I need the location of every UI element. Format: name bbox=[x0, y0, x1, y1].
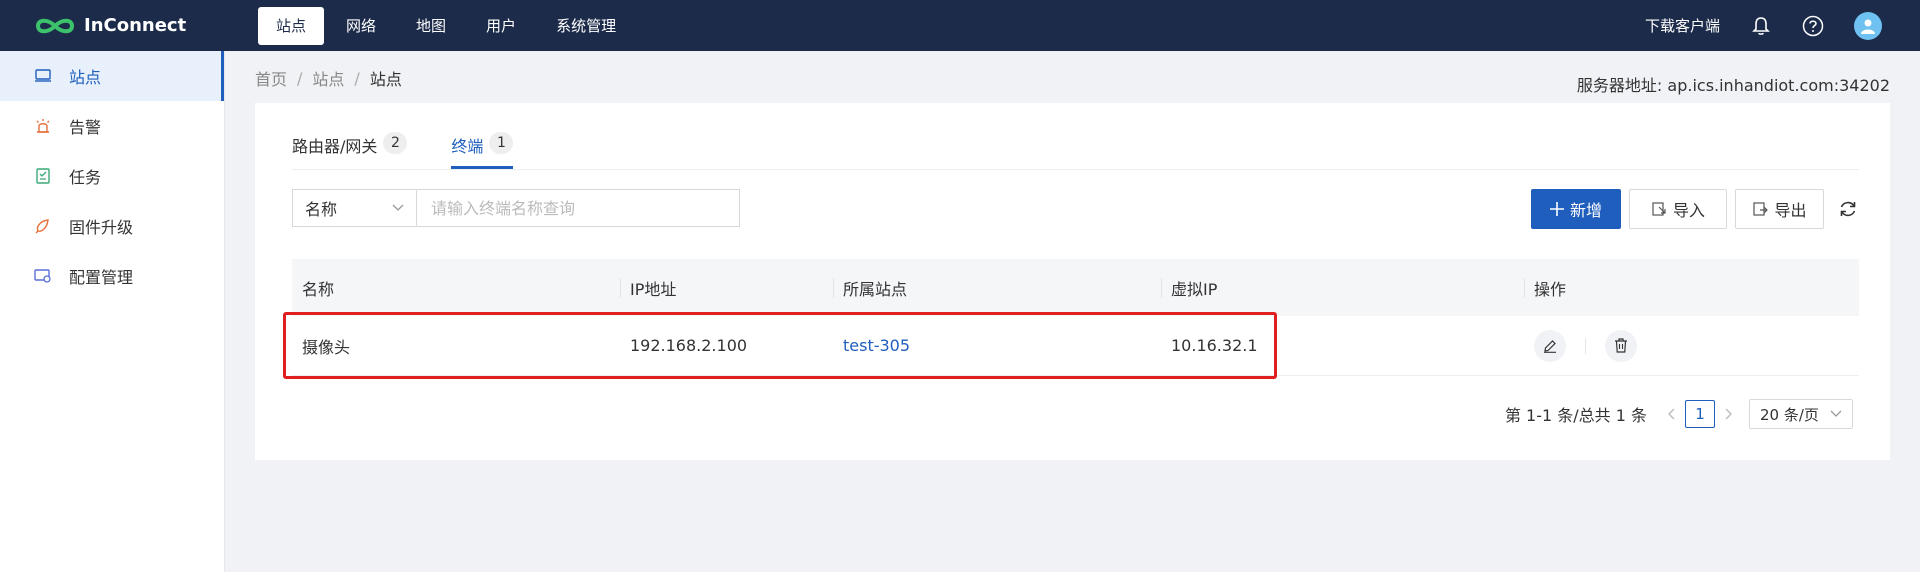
server-address: 服务器地址: ap.ics.inhandiot.com:34202 bbox=[1576, 76, 1890, 95]
logo[interactable]: InConnect bbox=[34, 14, 258, 38]
sidebar-item-label: 站点 bbox=[69, 68, 102, 87]
tab-router-gateway[interactable]: 路由器/网关 2 bbox=[292, 123, 408, 169]
tab-label: 终端 bbox=[451, 137, 484, 156]
topnav-system-management[interactable]: 系统管理 bbox=[538, 7, 634, 45]
breadcrumb-site[interactable]: 站点 bbox=[312, 66, 344, 90]
breadcrumb-separator: / bbox=[354, 68, 360, 88]
edit-button[interactable] bbox=[1534, 329, 1566, 362]
terminal-table: 名称 IP地址 所属站点 虚拟IP 操作 摄像头 192.168.2.100 t… bbox=[292, 259, 1859, 376]
sidebar-item-site[interactable]: 站点 bbox=[0, 51, 224, 101]
pagination: 第 1-1 条/总共 1 条 1 20 条/页 bbox=[1505, 399, 1853, 429]
top-bar: InConnect 站点 网络 地图 用户 系统管理 下载客户端 bbox=[0, 0, 1920, 51]
user-icon bbox=[1861, 19, 1875, 34]
filter-field-select[interactable]: 名称 bbox=[292, 189, 416, 227]
import-button-label: 导入 bbox=[1672, 201, 1705, 220]
column-header-name: 名称 bbox=[302, 279, 335, 299]
table-row: 摄像头 192.168.2.100 test-305 10.16.32.1 bbox=[292, 316, 1859, 376]
topnav-map[interactable]: 地图 bbox=[398, 7, 464, 45]
sidebar-item-label: 配置管理 bbox=[69, 268, 134, 287]
cell-virtual-ip: 10.16.32.1 bbox=[1171, 336, 1258, 355]
top-nav: 站点 网络 地图 用户 系统管理 bbox=[258, 0, 638, 51]
export-icon bbox=[1752, 201, 1769, 217]
tab-count-badge: 1 bbox=[489, 132, 514, 154]
sidebar-item-label: 任务 bbox=[69, 168, 102, 187]
bell-icon[interactable] bbox=[1750, 15, 1772, 37]
sidebar-item-firmware-upgrade[interactable]: 固件升级 bbox=[0, 201, 224, 251]
breadcrumb-home[interactable]: 首页 bbox=[255, 66, 287, 90]
breadcrumb-separator: / bbox=[297, 68, 303, 88]
refresh-icon[interactable] bbox=[1836, 197, 1860, 221]
column-header-virtual-ip: 虚拟IP bbox=[1161, 259, 1524, 316]
sidebar-item-label: 告警 bbox=[69, 118, 102, 137]
action-divider bbox=[1585, 337, 1586, 354]
export-button-label: 导出 bbox=[1774, 201, 1807, 220]
plus-icon bbox=[1549, 202, 1564, 216]
column-header-actions: 操作 bbox=[1524, 259, 1859, 316]
device-tabs: 路由器/网关 2 终端 1 bbox=[292, 123, 557, 169]
brand-name: InConnect bbox=[84, 15, 187, 36]
column-header-ip: IP地址 bbox=[620, 259, 833, 316]
table-header: 名称 IP地址 所属站点 虚拟IP 操作 bbox=[292, 259, 1859, 316]
search-filter: 名称 bbox=[292, 189, 740, 227]
tabs-divider bbox=[292, 169, 1859, 170]
sidebar-item-task[interactable]: 任务 bbox=[0, 151, 224, 201]
import-icon bbox=[1651, 201, 1667, 217]
tab-terminal[interactable]: 终端 1 bbox=[451, 123, 514, 169]
tab-label: 路由器/网关 bbox=[292, 137, 378, 156]
task-icon bbox=[34, 167, 52, 185]
help-icon[interactable] bbox=[1802, 15, 1824, 37]
delete-button[interactable] bbox=[1605, 329, 1637, 362]
page-size-select[interactable]: 20 条/页 bbox=[1749, 399, 1853, 429]
alarm-icon bbox=[34, 117, 52, 135]
cell-actions bbox=[1524, 316, 1859, 376]
toolbar: 新增 导入 导出 bbox=[1531, 189, 1860, 229]
sidebar-item-alarm[interactable]: 告警 bbox=[0, 101, 224, 151]
add-button[interactable]: 新增 bbox=[1531, 189, 1621, 229]
sidebar-item-label: 固件升级 bbox=[69, 218, 134, 237]
add-button-label: 新增 bbox=[1569, 201, 1602, 220]
sidebar-item-config-management[interactable]: 配置管理 bbox=[0, 251, 224, 301]
sidebar: 站点 告警 任务 固件升级 配置管理 bbox=[0, 51, 225, 572]
import-button[interactable]: 导入 bbox=[1629, 189, 1727, 229]
filter-field-value: 名称 bbox=[305, 200, 338, 219]
tab-count-badge: 2 bbox=[383, 132, 408, 154]
cell-name: 摄像头 bbox=[302, 337, 351, 357]
download-client-link[interactable]: 下载客户端 bbox=[1645, 15, 1720, 36]
chevron-down-icon bbox=[392, 204, 404, 211]
search-input[interactable] bbox=[416, 189, 740, 227]
topnav-network[interactable]: 网络 bbox=[328, 7, 394, 45]
export-button[interactable]: 导出 bbox=[1735, 189, 1824, 229]
page-number-current[interactable]: 1 bbox=[1685, 400, 1715, 428]
cell-site: test-305 bbox=[833, 316, 1161, 376]
topnav-users[interactable]: 用户 bbox=[468, 7, 534, 45]
top-right-tools: 下载客户端 bbox=[1645, 0, 1920, 51]
breadcrumb: 首页 / 站点 / 站点 bbox=[255, 66, 402, 90]
trash-icon bbox=[1615, 338, 1627, 353]
content-card: 路由器/网关 2 终端 1 名称 新增 导入 bbox=[255, 103, 1890, 460]
site-icon bbox=[34, 67, 52, 85]
site-link[interactable]: test-305 bbox=[843, 336, 910, 355]
page-size-value: 20 条/页 bbox=[1760, 405, 1819, 424]
column-header-site: 所属站点 bbox=[833, 259, 1161, 316]
edit-icon bbox=[1544, 339, 1556, 353]
user-avatar[interactable] bbox=[1854, 11, 1882, 40]
chevron-down-icon bbox=[1830, 410, 1842, 417]
topnav-site[interactable]: 站点 bbox=[258, 6, 325, 45]
cell-ip: 192.168.2.100 bbox=[630, 336, 748, 355]
breadcrumb-current: 站点 bbox=[369, 70, 402, 89]
firmware-icon bbox=[34, 217, 52, 235]
inconnect-logo-icon bbox=[35, 18, 75, 33]
config-icon bbox=[34, 267, 52, 285]
pagination-total: 第 1-1 条/总共 1 条 bbox=[1504, 406, 1647, 425]
next-page-icon[interactable] bbox=[1721, 400, 1737, 428]
prev-page-icon[interactable] bbox=[1663, 400, 1679, 428]
